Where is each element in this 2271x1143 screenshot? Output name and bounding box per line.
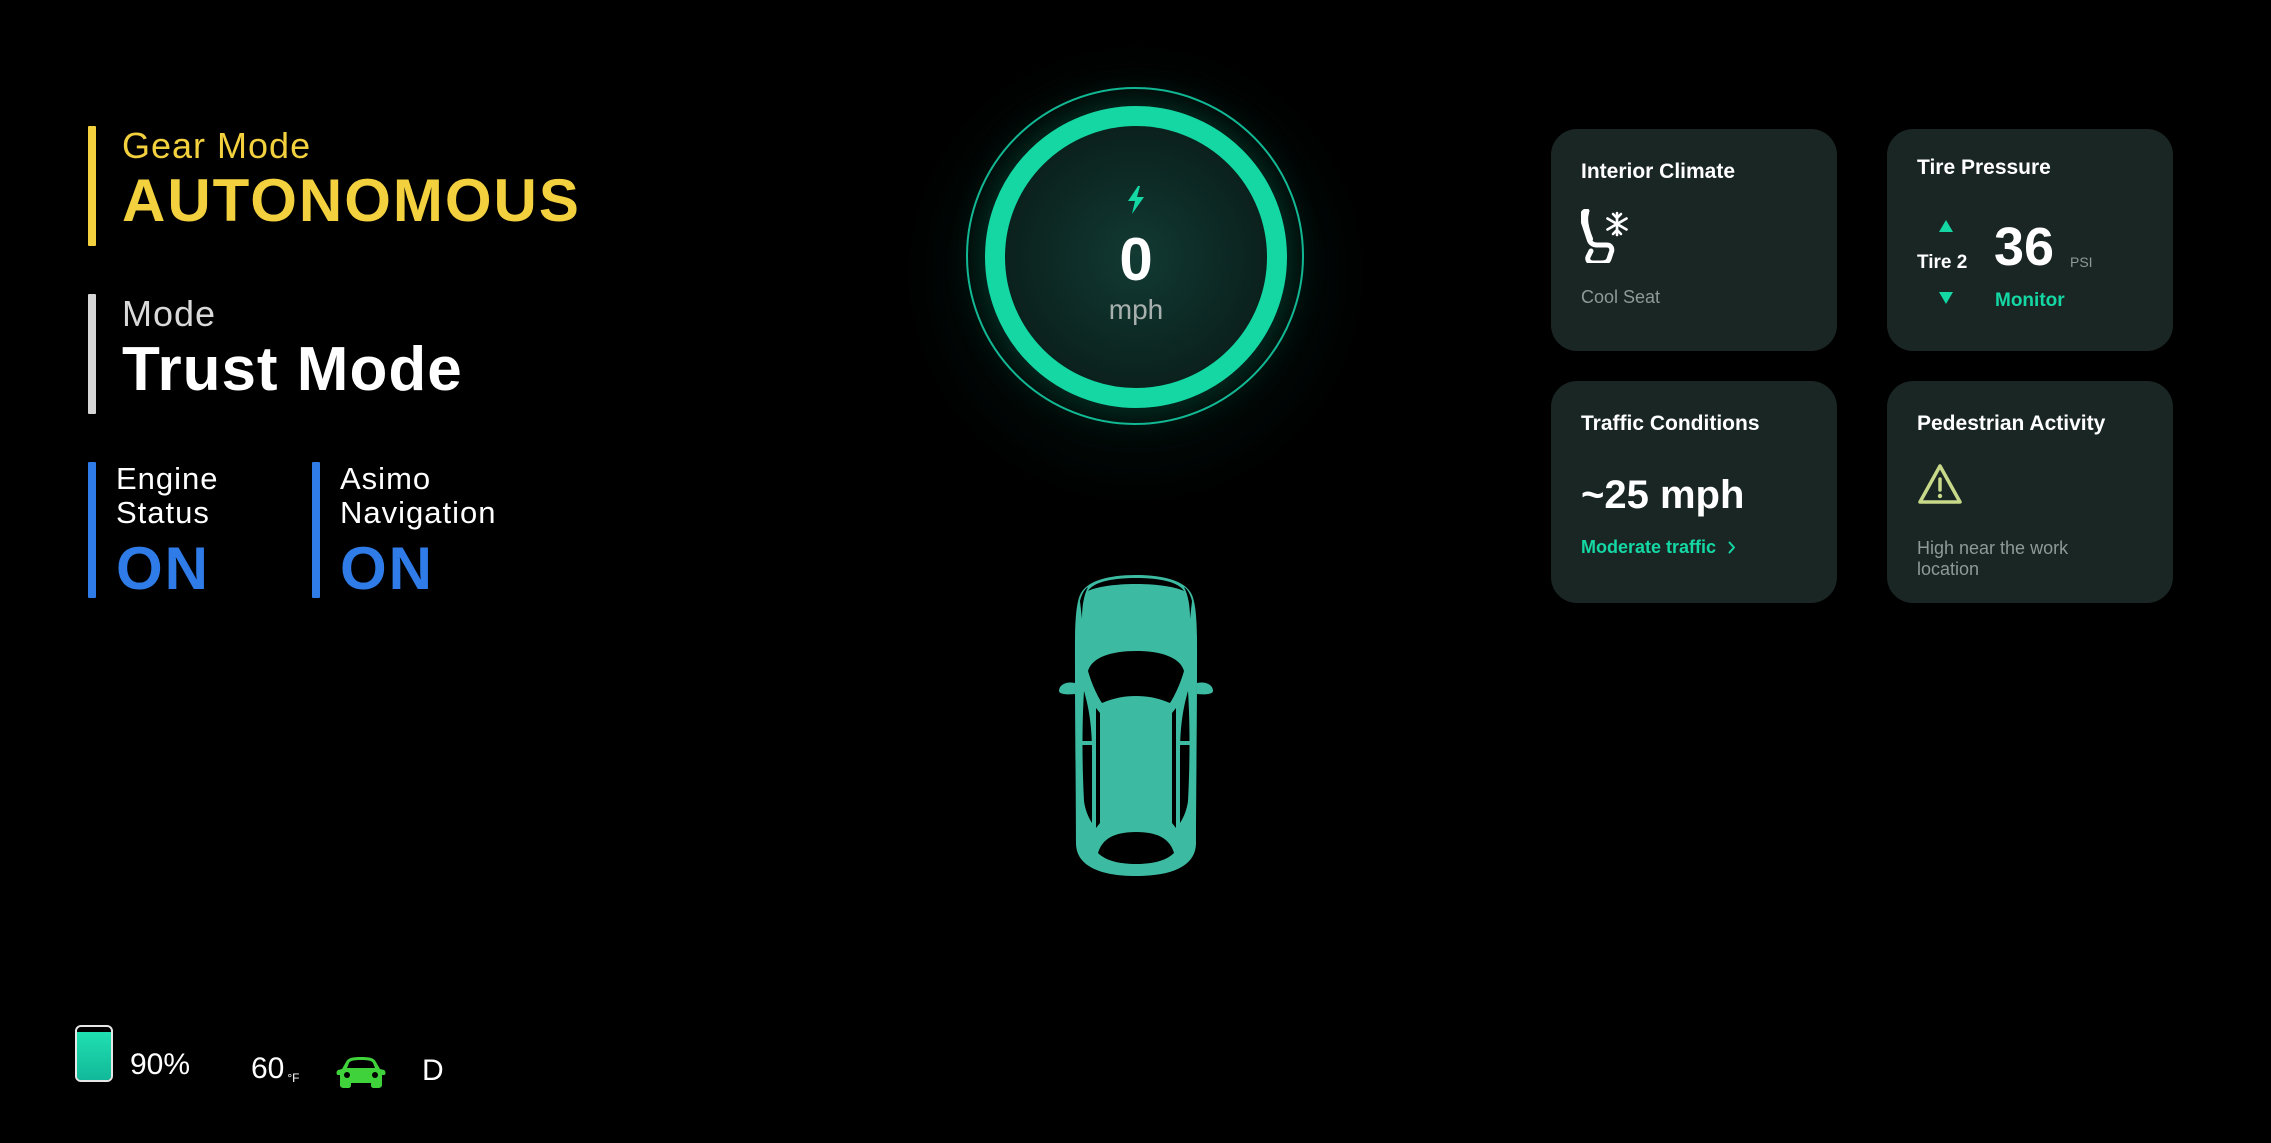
tire-status-link[interactable]: Monitor: [1995, 290, 2065, 312]
bolt-icon: [1128, 186, 1144, 214]
battery-icon: [75, 1025, 113, 1082]
navigation-status-bar: [312, 462, 320, 598]
tire-pressure-unit: PSI: [2070, 254, 2093, 270]
card-pedestrian-title: Pedestrian Activity: [1917, 412, 2106, 435]
engine-status-label-line2: Status: [116, 495, 210, 530]
traffic-link-label: Moderate traffic: [1581, 537, 1717, 557]
battery-fill: [77, 1032, 111, 1080]
seat-snowflake-icon: [1581, 209, 1628, 263]
temperature-unit: °F: [287, 1071, 300, 1085]
speed-value: 0: [1119, 226, 1153, 293]
mode-bar: [88, 294, 96, 414]
car-top-view-icon: [1059, 575, 1213, 876]
warning-triangle-icon: [1918, 464, 1962, 504]
card-tire-pressure-title: Tire Pressure: [1917, 156, 2051, 179]
tire-pressure-value: 36: [1994, 217, 2055, 277]
traffic-link[interactable]: Moderate traffic: [1581, 537, 1736, 558]
gear-mode-value: AUTONOMOUS: [122, 167, 581, 234]
engine-status-bar: [88, 462, 96, 598]
car-front-icon[interactable]: [336, 1056, 386, 1088]
pedestrian-desc-line1: High near the work: [1917, 538, 2069, 558]
navigation-label-line1: Asimo: [340, 461, 432, 496]
gear-mode-bar: [88, 126, 96, 246]
traffic-speed-value: ~25 mph: [1581, 473, 1745, 517]
engine-status-value: ON: [116, 535, 210, 602]
card-tire-pressure[interactable]: Tire Pressure Tire 2 36 PSI Monitor: [1887, 129, 2173, 351]
navigation-status-value: ON: [340, 535, 434, 602]
gear-indicator: D: [422, 1054, 444, 1087]
temperature: 60 °F: [251, 1052, 300, 1086]
navigation-label-line2: Navigation: [340, 495, 497, 530]
card-traffic-title: Traffic Conditions: [1581, 412, 1760, 435]
gear-mode-label: Gear Mode: [122, 125, 312, 166]
pedestrian-desc-line2: location: [1917, 559, 1980, 579]
temperature-value: 60: [251, 1052, 285, 1085]
speed-unit: mph: [1108, 294, 1164, 325]
card-interior-climate-subtitle: Cool Seat: [1581, 287, 1661, 307]
battery-percent: 90%: [130, 1048, 191, 1081]
chevron-right-icon: [1728, 541, 1736, 554]
navigation-status-block: Asimo Navigation ON: [312, 462, 496, 604]
card-interior-climate-title: Interior Climate: [1581, 160, 1736, 183]
gear-mode-block: Gear Mode AUTONOMOUS: [88, 126, 581, 246]
card-traffic-conditions[interactable]: Traffic Conditions ~25 mph Moderate traf…: [1551, 381, 1837, 603]
card-pedestrian-activity[interactable]: Pedestrian Activity High near the work l…: [1887, 381, 2173, 603]
engine-status-label-line1: Engine: [116, 461, 219, 496]
mode-value: Trust Mode: [122, 335, 463, 404]
mode-block: Mode Trust Mode: [88, 294, 463, 414]
engine-status-block: Engine Status ON: [88, 462, 219, 604]
triangle-up-icon[interactable]: [1939, 220, 1953, 232]
tire-label: Tire 2: [1917, 252, 1968, 273]
card-interior-climate[interactable]: Interior Climate Cool Seat: [1551, 129, 1837, 351]
triangle-down-icon[interactable]: [1939, 292, 1953, 304]
mode-label: Mode: [122, 293, 217, 334]
